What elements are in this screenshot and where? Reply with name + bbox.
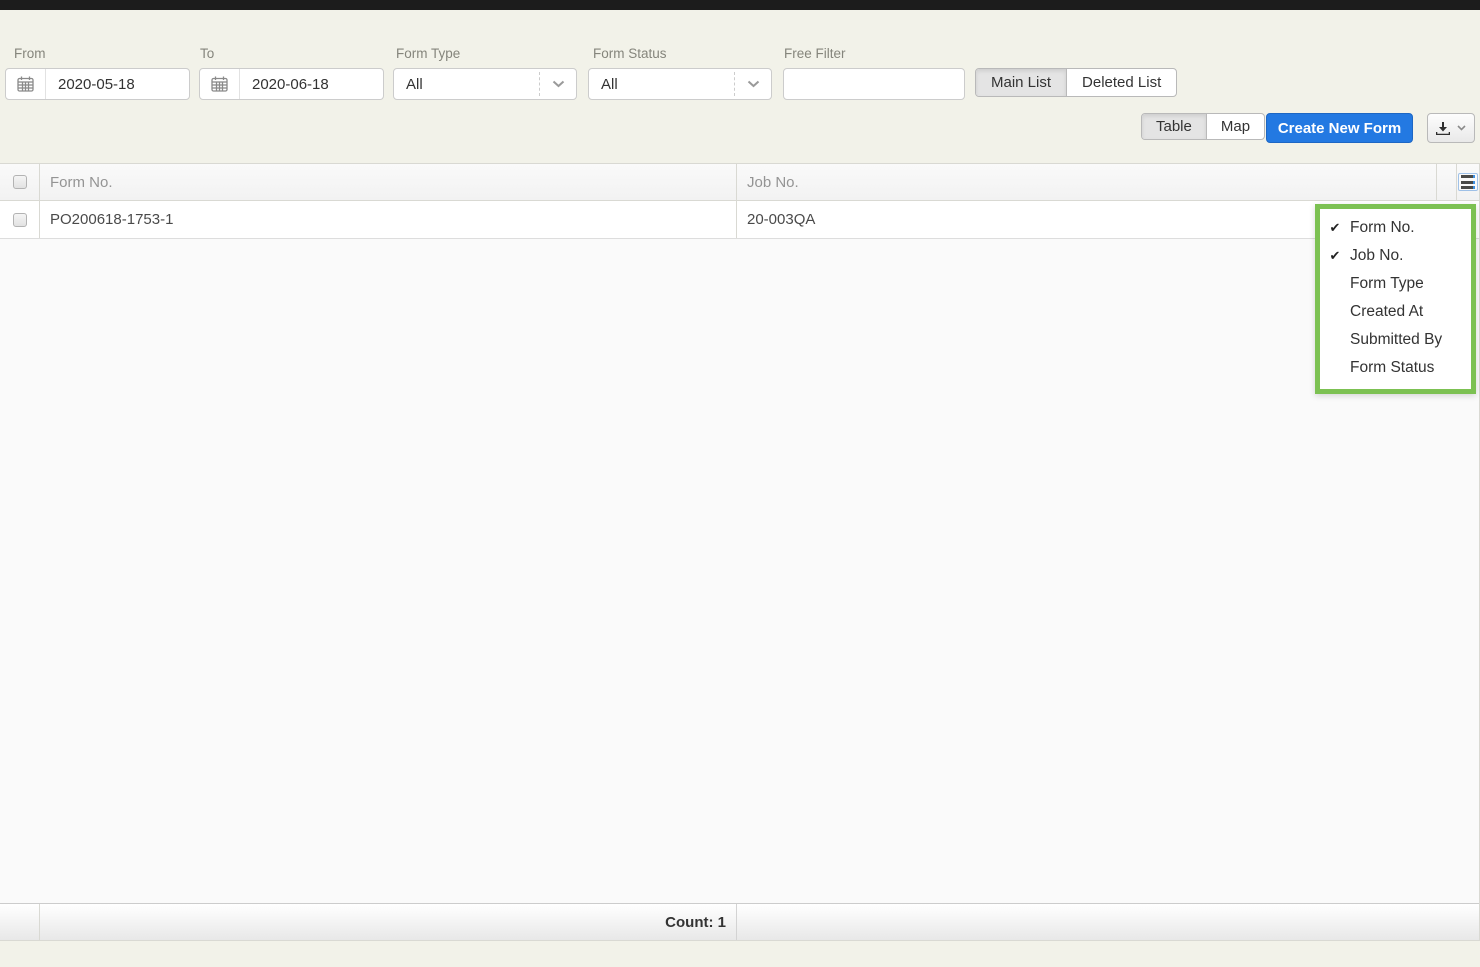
calendar-icon[interactable] [6,69,46,99]
form-type-value: All [406,75,423,93]
menu-item-submitted-by[interactable]: ✔ Submitted By [1320,326,1471,354]
create-new-form-button[interactable]: Create New Form [1266,113,1413,143]
top-black-bar [0,0,1480,10]
menu-item-form-status[interactable]: ✔ Form Status [1320,354,1471,382]
check-icon: ✔ [1329,220,1341,235]
footer-checkbox-cell [0,904,40,940]
free-filter-label: Free Filter [784,46,846,61]
download-icon [1436,121,1450,135]
calendar-icon[interactable] [200,69,240,99]
from-date-input[interactable]: 2020-05-18 [5,68,190,100]
form-type-select[interactable]: All [393,68,577,100]
main-list-button[interactable]: Main List [976,69,1068,96]
menu-item-label: Form No. [1350,219,1415,236]
menu-item-job-no[interactable]: ✔ Job No. [1320,242,1471,270]
chevron-down-icon [1457,125,1466,131]
menu-item-label: Job No. [1350,247,1404,264]
form-status-select[interactable]: All [588,68,772,100]
check-icon: ✔ [1329,248,1341,263]
menu-item-form-type[interactable]: ✔ Form Type [1320,270,1471,298]
row-checkbox[interactable] [12,212,27,227]
row-checkbox-cell [0,201,40,238]
select-all-checkbox[interactable] [12,175,27,189]
table-footer-row: Count: 1 [0,903,1479,940]
table-header-row: Form No. Job No. [0,164,1479,201]
menu-item-label: Form Status [1350,359,1435,376]
footer-spacer [737,904,1479,940]
to-date-input[interactable]: 2020-06-18 [199,68,384,100]
from-label: From [14,46,46,61]
menu-item-label: Created At [1350,303,1424,320]
header-spacer-cell [1437,164,1457,200]
menu-item-label: Form Type [1350,275,1424,292]
list-toggle-group: Main List Deleted List [975,68,1178,97]
table-row[interactable]: PO200618-1753-1 20-003QA [0,201,1479,239]
menu-item-label: Submitted By [1350,331,1443,348]
to-label: To [200,46,215,61]
table-body-empty-area [0,239,1479,903]
form-status-label: Form Status [593,46,667,61]
column-header-job-no[interactable]: Job No. [737,164,1437,200]
form-status-value: All [601,75,618,93]
row-form-no[interactable]: PO200618-1753-1 [40,201,737,238]
chevron-down-icon[interactable] [734,72,771,96]
view-toggle-group: Table Map [1141,113,1266,140]
column-header-form-no[interactable]: Form No. [40,164,737,200]
forms-table: Form No. Job No. PO200618-1753-1 20-003Q… [0,163,1480,941]
table-view-button[interactable]: Table [1142,114,1207,139]
free-filter-input[interactable] [784,69,964,99]
map-view-button[interactable]: Map [1207,114,1264,139]
form-type-label: Form Type [396,46,461,61]
column-menu-cell [1457,164,1479,200]
column-chooser-menu: ✔ Form No. ✔ Job No. ✔ Form Type ✔ Creat… [1315,204,1476,394]
row-count: Count: 1 [40,904,737,940]
deleted-list-button[interactable]: Deleted List [1067,69,1176,96]
to-date-value[interactable]: 2020-06-18 [240,76,329,93]
column-menu-button[interactable] [1459,174,1477,190]
menu-item-form-no[interactable]: ✔ Form No. [1320,214,1471,242]
chevron-down-icon[interactable] [539,72,576,96]
from-date-value[interactable]: 2020-05-18 [46,76,135,93]
free-filter-inputbox[interactable] [783,68,965,100]
select-all-cell [0,164,40,200]
menu-item-created-at[interactable]: ✔ Created At [1320,298,1471,326]
download-button[interactable] [1427,113,1475,143]
